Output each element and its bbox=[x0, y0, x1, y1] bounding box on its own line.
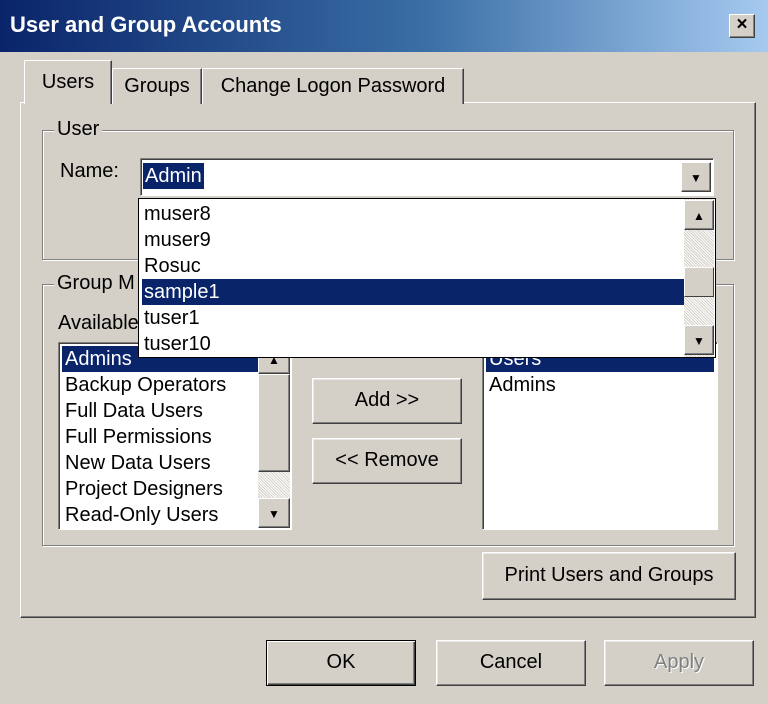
available-groups-list[interactable]: Admins Backup Operators Full Data Users … bbox=[58, 342, 292, 530]
tab-password-label: Change Logon Password bbox=[220, 75, 446, 97]
dropdown-item[interactable]: tuser1 bbox=[142, 305, 684, 331]
cancel-button[interactable]: Cancel bbox=[436, 640, 586, 686]
dropdown-scroll-down-button[interactable]: ▼ bbox=[684, 325, 714, 355]
close-button[interactable]: × bbox=[729, 14, 755, 38]
tab-groups-label: Groups bbox=[124, 75, 190, 97]
dropdown-item[interactable]: muser8 bbox=[142, 201, 684, 227]
tab-change-logon-password[interactable]: Change Logon Password bbox=[202, 68, 464, 104]
print-users-and-groups-button[interactable]: Print Users and Groups bbox=[482, 552, 736, 600]
dropdown-item[interactable]: tuser10 bbox=[142, 331, 684, 357]
close-icon: × bbox=[736, 14, 748, 35]
list-item[interactable]: Read-Only Users bbox=[62, 502, 260, 528]
user-groupbox-legend: User bbox=[54, 118, 103, 141]
ok-button[interactable]: OK bbox=[266, 640, 416, 686]
list-item[interactable]: New Data Users bbox=[62, 450, 260, 476]
list-item[interactable]: Full Data Users bbox=[62, 398, 260, 424]
apply-button[interactable]: Apply bbox=[604, 640, 754, 686]
chevron-down-icon: ▼ bbox=[690, 171, 702, 185]
remove-button[interactable]: << Remove bbox=[312, 438, 462, 484]
name-label: Name: bbox=[60, 160, 119, 182]
arrow-down-icon: ▼ bbox=[693, 334, 705, 348]
name-dropdown-button[interactable]: ▼ bbox=[681, 162, 711, 192]
tab-groups[interactable]: Groups bbox=[112, 68, 202, 104]
group-membership-legend: Group M bbox=[54, 272, 138, 295]
tab-users-label: Users bbox=[41, 71, 95, 93]
name-dropdown-list[interactable]: muser8 muser9 Rosuc sample1 tuser1 tuser… bbox=[138, 198, 716, 358]
available-scroll-down-button[interactable]: ▼ bbox=[258, 498, 290, 528]
available-scroll-thumb[interactable] bbox=[258, 374, 290, 472]
list-item[interactable]: Admins bbox=[486, 372, 714, 398]
dropdown-scroll-thumb[interactable] bbox=[684, 267, 714, 297]
list-item[interactable]: Full Permissions bbox=[62, 424, 260, 450]
name-combobox[interactable] bbox=[140, 158, 714, 196]
arrow-up-icon: ▲ bbox=[693, 209, 705, 223]
list-item[interactable]: Project Designers bbox=[62, 476, 260, 502]
list-item[interactable]: Backup Operators bbox=[62, 372, 260, 398]
add-button[interactable]: Add >> bbox=[312, 378, 462, 424]
dropdown-item[interactable]: Rosuc bbox=[142, 253, 684, 279]
member-of-list[interactable]: Users Admins bbox=[482, 342, 718, 530]
tab-users[interactable]: Users bbox=[24, 60, 112, 104]
window-title: User and Group Accounts bbox=[10, 12, 282, 37]
dropdown-item-selected[interactable]: sample1 bbox=[142, 279, 684, 305]
dropdown-scroll-up-button[interactable]: ▲ bbox=[684, 200, 714, 230]
arrow-down-icon: ▼ bbox=[268, 507, 280, 521]
dropdown-item[interactable]: muser9 bbox=[142, 227, 684, 253]
name-combobox-value[interactable]: Admin bbox=[143, 163, 204, 189]
available-groups-label: Available bbox=[58, 312, 139, 334]
